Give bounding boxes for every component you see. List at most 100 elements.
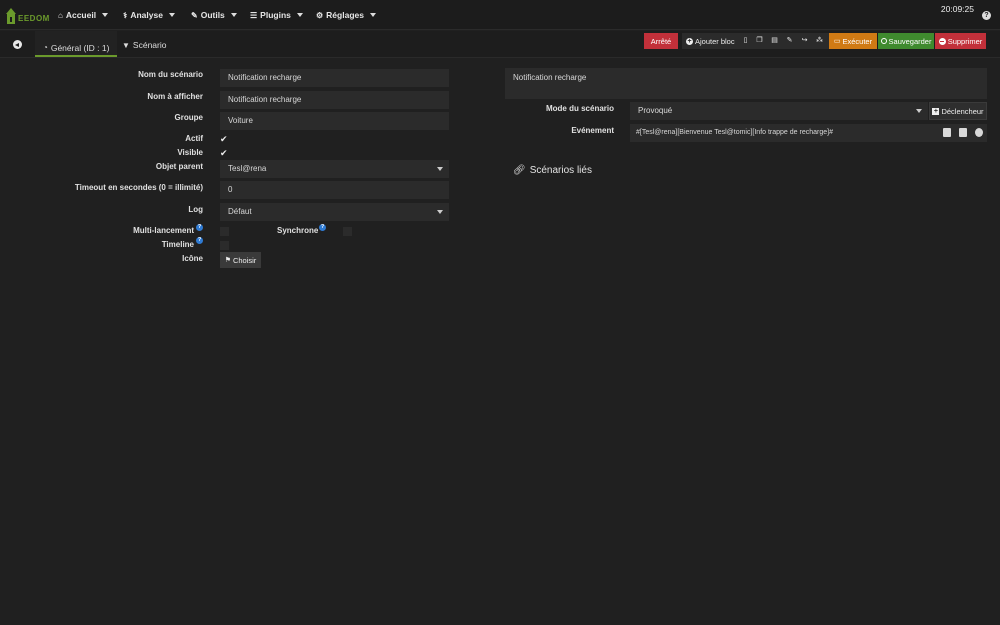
- log-label: Log: [188, 205, 203, 214]
- check-circle-icon: [880, 38, 887, 44]
- chevron-down-icon: [230, 13, 237, 17]
- scenario-mode-value: Provoqué: [638, 106, 673, 115]
- group-label: Groupe: [174, 113, 203, 122]
- timeline-label: Timeline: [161, 240, 194, 249]
- parent-object-label: Objet parent: [155, 162, 203, 171]
- nav-outils-label: Outils: [200, 10, 225, 20]
- state-button[interactable]: Arrêté: [644, 33, 678, 49]
- timeline-checkbox[interactable]: [220, 241, 229, 250]
- edit-icon[interactable]: ✎: [786, 37, 793, 45]
- top-navbar: EEDOM ⌂ Accueil ⚕ Analyse ✎ Outils ☰ Plu…: [0, 0, 1000, 30]
- multi-launch-checkbox[interactable]: [220, 227, 229, 236]
- nav-analyse-label: Analyse: [130, 10, 163, 20]
- help-circle-icon[interactable]: ?: [196, 224, 203, 231]
- timeout-label: Timeout en secondes (0 = illimité): [74, 183, 203, 192]
- state-label: Arrêté: [650, 36, 672, 46]
- calculator-icon[interactable]: [959, 128, 967, 137]
- copy-icon[interactable]: ❐: [756, 37, 763, 45]
- display-name-label: Nom à afficher: [147, 92, 203, 101]
- scenario-name-input[interactable]: Notification recharge: [220, 69, 449, 87]
- nav-plugins[interactable]: ☰ Plugins: [250, 10, 303, 20]
- timeout-input[interactable]: 0: [220, 181, 449, 199]
- minus-circle-icon: [938, 37, 946, 45]
- visible-label: Visible: [177, 148, 203, 157]
- sitemap-icon[interactable]: ⁂: [816, 37, 823, 45]
- chevron-down-icon: [102, 13, 109, 17]
- share-icon[interactable]: ↪: [801, 37, 808, 45]
- choose-icon-button[interactable]: ⚑ Choisir: [220, 252, 261, 268]
- linked-scenarios-title: Scénarios liés: [529, 165, 592, 176]
- nav-accueil[interactable]: ⌂ Accueil: [58, 10, 109, 20]
- scenario-mode-select[interactable]: Provoqué: [630, 102, 928, 120]
- nav-outils[interactable]: ✎ Outils: [191, 10, 237, 20]
- chevron-down-icon: [437, 167, 443, 171]
- jeedom-logo[interactable]: EEDOM: [5, 4, 50, 26]
- icon-label: Icône: [182, 254, 203, 263]
- chevron-down-icon: [296, 13, 303, 17]
- nav-analyse[interactable]: ⚕ Analyse: [123, 10, 175, 20]
- choose-label: Choisir: [232, 255, 257, 265]
- nav-accueil-label: Accueil: [65, 10, 97, 20]
- gamepad-icon: ▭: [833, 38, 841, 45]
- tab-general[interactable]: ◔ Général (ID : 1): [35, 31, 118, 57]
- delete-button[interactable]: Supprimer: [935, 33, 986, 49]
- help-icon[interactable]: ?: [982, 11, 991, 20]
- tab-scenario-label: Scénario: [132, 40, 167, 50]
- add-block-label: Ajouter bloc: [695, 36, 735, 46]
- add-trigger-button[interactable]: + Déclencheur: [929, 102, 987, 120]
- back-arrow-icon[interactable]: [13, 40, 22, 49]
- display-name-input[interactable]: Notification recharge: [220, 91, 449, 109]
- minus-circle-icon[interactable]: [975, 128, 983, 137]
- clock: 20:09:25: [940, 4, 974, 14]
- gear-icon: ⚙: [316, 10, 324, 20]
- delete-label: Supprimer: [947, 36, 983, 46]
- home-icon: ⌂: [58, 10, 63, 20]
- group-input[interactable]: Voiture: [220, 112, 449, 130]
- chevron-down-icon: [437, 210, 443, 214]
- dashboard-icon: ◔: [43, 43, 48, 52]
- multi-launch-label: Multi-lancement: [133, 226, 194, 235]
- execute-button[interactable]: ▭ Exécuter: [829, 33, 877, 49]
- save-label: Sauvegarder: [888, 36, 932, 46]
- execute-label: Exécuter: [842, 36, 873, 46]
- visible-checkbox[interactable]: ✔: [220, 149, 229, 158]
- chevron-down-icon: [168, 13, 175, 17]
- tab-general-label: Général (ID : 1): [50, 42, 110, 53]
- logo-text: EEDOM: [18, 14, 50, 23]
- nav-reglages-label: Réglages: [326, 10, 364, 20]
- linked-scenarios-heading: 🔗︎ Scénarios liés: [513, 165, 592, 176]
- list-alt-icon[interactable]: [943, 128, 951, 137]
- description-textarea[interactable]: Notification recharge: [505, 68, 987, 99]
- nav-reglages[interactable]: ⚙ Réglages: [316, 10, 376, 20]
- chevron-down-icon: [369, 13, 376, 17]
- parent-object-select[interactable]: Tesl@rena: [220, 160, 449, 178]
- parent-object-value: Tesl@rena: [228, 164, 267, 173]
- scenario-name-label: Nom du scénario: [138, 70, 203, 79]
- add-trigger-label: Déclencheur: [941, 106, 984, 116]
- filter-icon: ▼: [122, 40, 130, 50]
- event-label: Evénement: [571, 126, 614, 135]
- file-text-icon[interactable]: ▤: [771, 37, 778, 45]
- wrench-icon: ✎: [191, 10, 198, 20]
- scenario-mode-label: Mode du scénario: [545, 104, 614, 113]
- chevron-down-icon: [916, 109, 922, 113]
- plus-square-icon: +: [932, 107, 940, 115]
- help-circle-icon[interactable]: ?: [319, 224, 326, 231]
- event-value: #[Tesl@rena][Bienvenue Tesl@tomic][Info …: [636, 129, 833, 136]
- stethoscope-icon: ⚕: [123, 10, 128, 20]
- tab-scenario[interactable]: ▼ Scénario: [122, 40, 166, 50]
- flag-icon: ⚑: [224, 257, 231, 264]
- tools-button-group: + Ajouter bloc ▯ ❐ ▤ ✎ ↪ ⁂: [682, 33, 829, 49]
- synchronous-checkbox[interactable]: [343, 227, 352, 236]
- file-icon[interactable]: ▯: [742, 37, 749, 45]
- nav-plugins-label: Plugins: [260, 10, 291, 20]
- event-input[interactable]: #[Tesl@rena][Bienvenue Tesl@tomic][Info …: [630, 124, 987, 142]
- synchronous-label: Synchrone: [277, 226, 319, 235]
- log-value: Défaut: [228, 207, 252, 216]
- save-button[interactable]: Sauvegarder: [878, 33, 934, 49]
- list-icon: ☰: [250, 10, 258, 20]
- active-checkbox[interactable]: ✔: [220, 135, 229, 144]
- add-block-button[interactable]: + Ajouter bloc: [686, 33, 735, 49]
- log-select[interactable]: Défaut: [220, 203, 449, 221]
- help-circle-icon[interactable]: ?: [196, 237, 203, 244]
